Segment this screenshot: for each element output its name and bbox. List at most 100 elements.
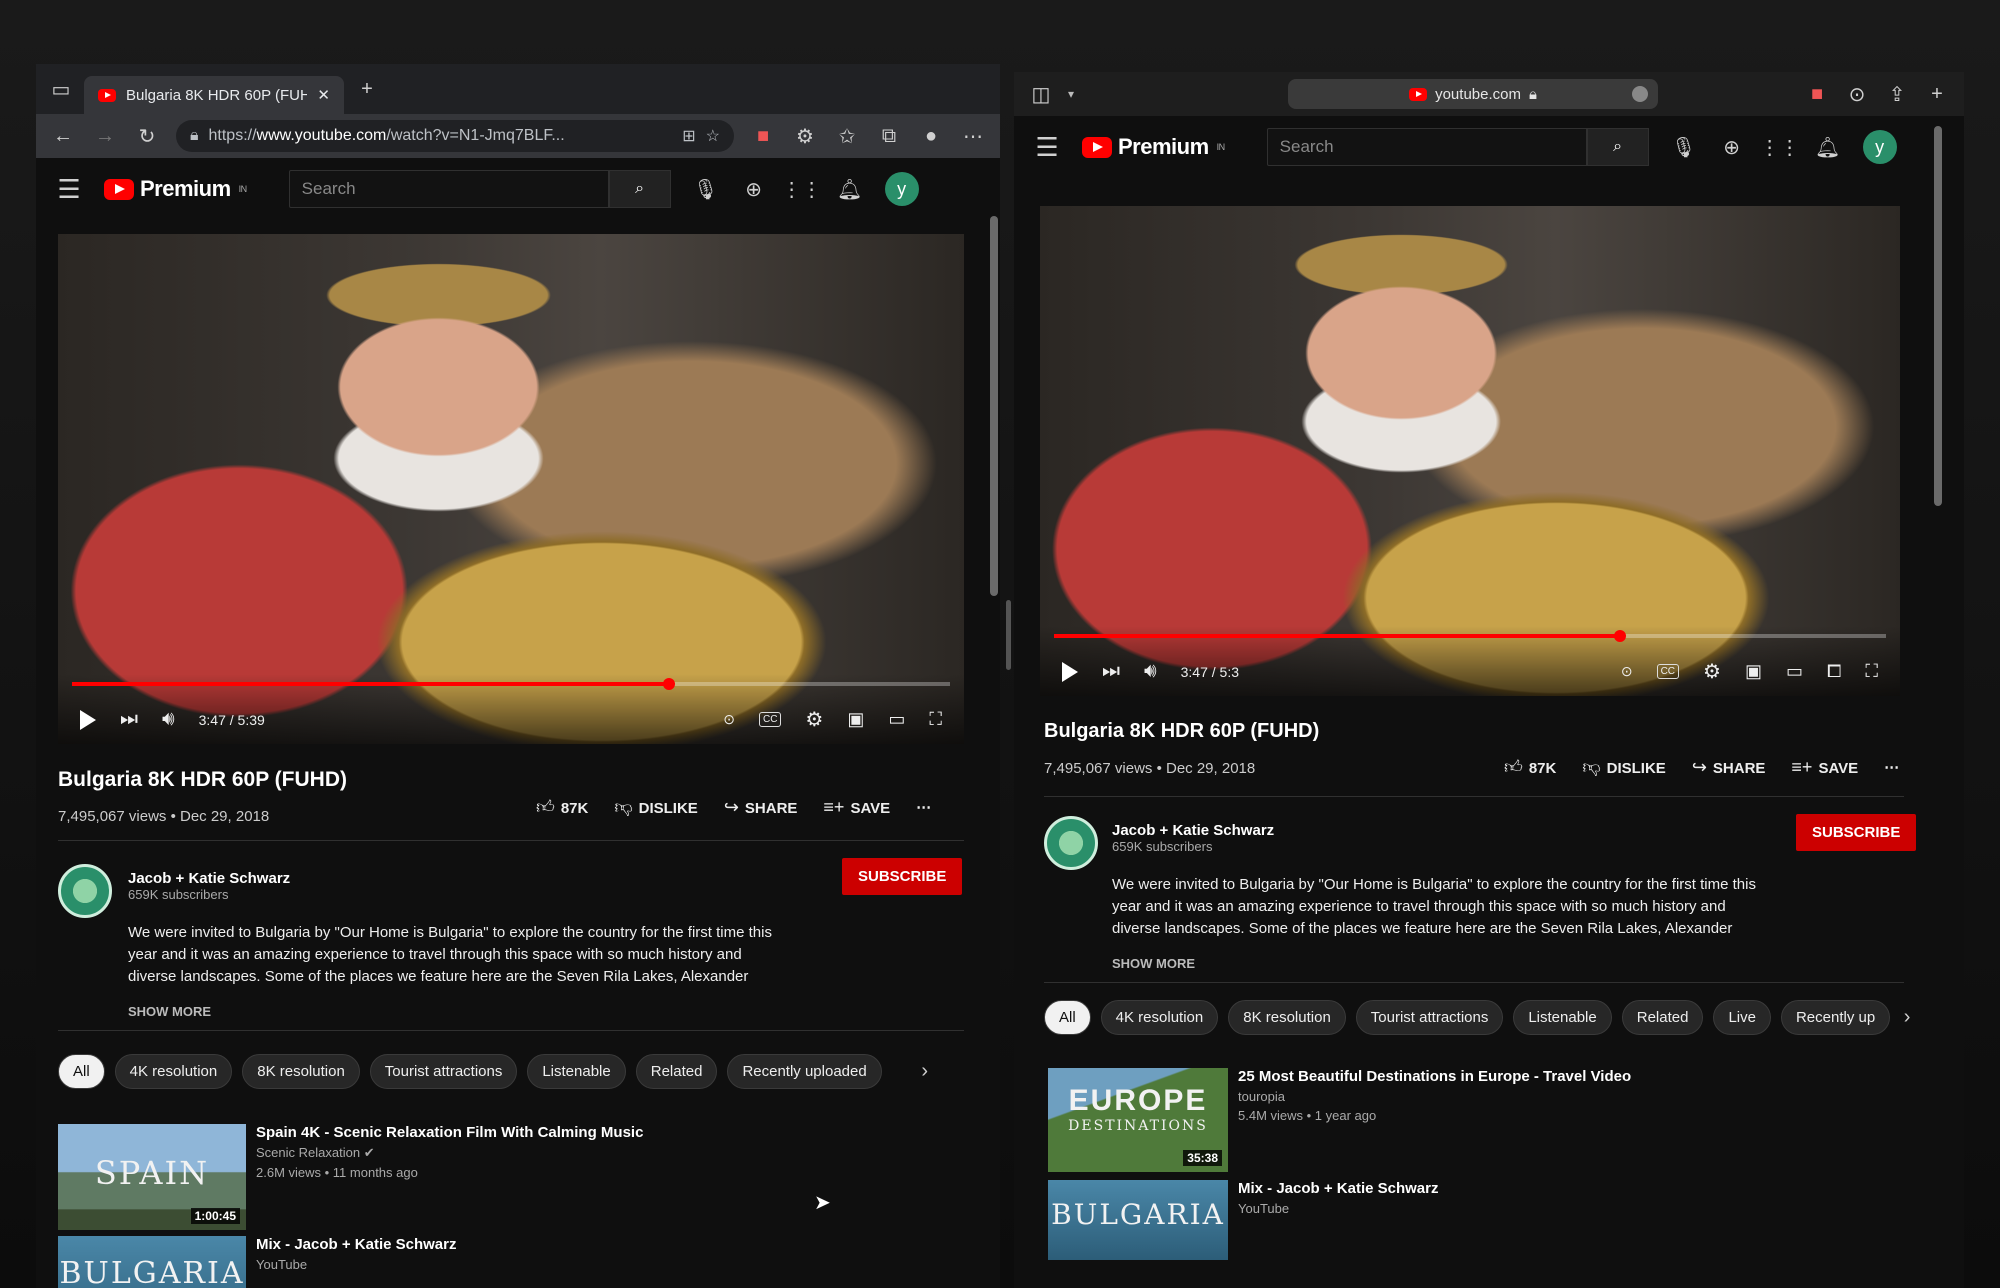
autoplay-toggle-icon[interactable]: ⊙ [723,711,735,728]
chip-recently-uploaded[interactable]: Recently uploaded [727,1054,882,1089]
chip-related[interactable]: Related [635,1054,718,1089]
tab-actions-icon[interactable]: ▭ [48,76,74,102]
notifications-bell-icon[interactable]: 🔔︎ [1815,134,1841,160]
recommendation-item[interactable]: BULGARIA Mix - Jacob + Katie Schwarz You… [58,1236,457,1288]
airplay-icon[interactable]: ⧠ [1827,661,1841,682]
video-thumbnail[interactable]: EUROPE DESTINATIONS 35:38 [1048,1068,1228,1172]
sidebar-toggle-icon[interactable]: ◫ [1028,81,1054,107]
recommendation-item[interactable]: SPAIN 1:00:45 Spain 4K - Scenic Relaxati… [58,1124,643,1230]
address-bar[interactable]: youtube.com 🔒︎ [1288,79,1659,109]
theater-mode-icon[interactable]: ▭ [888,709,905,730]
share-icon[interactable]: ⇪ [1884,81,1910,107]
favorite-icon[interactable]: ☆ [706,126,720,146]
create-video-icon[interactable]: ⊕ [741,176,767,202]
volume-icon[interactable]: 🔊︎ [162,708,175,731]
search-button[interactable]: ⌕ [1586,128,1649,166]
video-player[interactable]: ⏭ 🔊︎ 3:47 / 5:39 ⊙ CC ⚙ ▣ ▭ ⛶ [58,234,964,744]
chip-8k-resolution[interactable]: 8K resolution [1228,1000,1346,1035]
captions-icon[interactable]: CC [1656,664,1680,679]
chip-live[interactable]: Live [1713,1000,1771,1035]
chip-listenable[interactable]: Listenable [527,1054,626,1089]
recommendation-title[interactable]: Mix - Jacob + Katie Schwarz [1238,1180,1439,1197]
scrubber-handle[interactable] [663,678,676,690]
youtube-premium-logo[interactable]: Premium IN [104,176,247,202]
chevron-down-icon[interactable]: ▾ [1068,87,1074,101]
fullscreen-icon[interactable]: ⛶ [929,709,942,730]
autoplay-toggle-icon[interactable]: ⊙ [1621,663,1633,680]
theater-mode-icon[interactable]: ▭ [1786,661,1803,682]
hamburger-menu-icon[interactable]: ☰ [1034,132,1060,162]
channel-avatar[interactable] [58,864,112,918]
play-icon[interactable] [1062,661,1078,682]
account-avatar[interactable]: y [1862,130,1897,164]
chip-tourist-attractions[interactable]: Tourist attractions [369,1054,518,1089]
create-video-icon[interactable]: ⊕ [1719,134,1745,160]
captions-icon[interactable]: CC [758,712,782,727]
next-icon[interactable]: ⏭ [120,708,138,731]
recommendation-title[interactable]: Mix - Jacob + Katie Schwarz [256,1236,457,1253]
extension-icon[interactable]: ■ [1804,81,1830,107]
extension-icon[interactable]: ■ [750,123,776,149]
recommendation-item[interactable]: EUROPE DESTINATIONS 35:38 25 Most Beauti… [1048,1068,1631,1172]
chip-related[interactable]: Related [1621,1000,1704,1035]
channel-name[interactable]: Jacob + Katie Schwarz [1112,822,1274,839]
chip-all[interactable]: All [58,1054,105,1089]
chip-recently-uploaded[interactable]: Recently up [1780,1000,1891,1035]
chip-tourist-attractions[interactable]: Tourist attractions [1355,1000,1504,1035]
show-more-link[interactable]: SHOW MORE [1112,956,1195,971]
save-button[interactable]: ≡+ SAVE [1791,757,1858,778]
apps-grid-icon[interactable]: ⋮⋮ [1760,134,1800,160]
recommendation-title[interactable]: 25 Most Beautiful Destinations in Europe… [1238,1068,1631,1085]
chip-all[interactable]: All [1044,1000,1091,1035]
new-tab-icon[interactable]: + [354,76,380,102]
back-icon[interactable]: ← [50,123,76,149]
fullscreen-icon[interactable]: ⛶ [1865,661,1878,682]
channel-avatar[interactable] [1044,816,1098,870]
dislike-button[interactable]: 👎︎ DISLIKE [1582,756,1665,778]
collections-icon[interactable]: ⧉ [876,123,902,149]
dislike-button[interactable]: 👎︎ DISLIKE [614,796,697,818]
save-button[interactable]: ≡+ SAVE [823,797,890,818]
hamburger-menu-icon[interactable]: ☰ [56,174,82,204]
recommendation-item[interactable]: BULGARIA Mix - Jacob + Katie Schwarz You… [1048,1180,1439,1260]
chip-4k-resolution[interactable]: 4K resolution [1100,1000,1219,1035]
share-button[interactable]: ↪ SHARE [1692,757,1766,778]
video-thumbnail[interactable]: BULGARIA [1048,1180,1228,1260]
refresh-icon[interactable]: ↻ [134,123,160,149]
youtube-premium-logo[interactable]: Premium IN [1082,134,1225,160]
video-thumbnail[interactable]: SPAIN 1:00:45 [58,1124,246,1230]
voice-search-icon[interactable]: 🎙︎ [693,176,719,202]
next-icon[interactable]: ⏭ [1102,660,1120,683]
progress-bar[interactable] [1054,630,1886,642]
account-avatar[interactable]: y [884,172,919,206]
scrollbar[interactable] [990,216,998,596]
new-tab-icon[interactable]: + [1924,81,1950,107]
video-thumbnail[interactable]: BULGARIA [58,1236,246,1288]
recommendation-title[interactable]: Spain 4K - Scenic Relaxation Film With C… [256,1124,643,1141]
close-tab-icon[interactable]: ✕ [317,86,330,104]
notifications-bell-icon[interactable]: 🔔︎ [837,176,863,202]
share-button[interactable]: ↪ SHARE [724,797,798,818]
progress-bar[interactable] [72,678,950,690]
tab-youtube[interactable]: Bulgaria 8K HDR 60P (FUHD) ✕ [84,76,344,114]
chip-listenable[interactable]: Listenable [1513,1000,1612,1035]
miniplayer-icon[interactable]: ▣ [847,709,864,730]
like-button[interactable]: 👍︎ 87K [1504,756,1556,778]
forward-icon[interactable]: → [92,123,118,149]
more-menu-icon[interactable]: ⋯ [960,123,986,149]
play-icon[interactable] [80,709,96,730]
scrubber-handle[interactable] [1613,630,1626,642]
address-bar[interactable]: 🔒︎ https://www.youtube.com/watch?v=N1-Jm… [176,120,734,152]
favorites-icon[interactable]: ✩ [834,123,860,149]
search-button[interactable]: ⌕ [608,170,671,208]
reload-icon[interactable] [1632,86,1649,102]
video-player[interactable]: ⏭ 🔊︎ 3:47 / 5:3 ⊙ CC ⚙ ▣ ▭ ⧠ ⛶ [1040,206,1900,696]
show-more-link[interactable]: SHOW MORE [128,1004,211,1019]
search-input[interactable]: Search [1266,128,1587,166]
chevron-right-icon[interactable]: › [1900,1005,1914,1031]
search-input[interactable]: Search [288,170,609,208]
channel-name[interactable]: Jacob + Katie Schwarz [128,870,290,887]
apps-grid-icon[interactable]: ⋮⋮ [782,176,822,202]
settings-gear-icon[interactable]: ⚙ [805,707,823,732]
profile-icon[interactable]: ● [918,123,944,149]
